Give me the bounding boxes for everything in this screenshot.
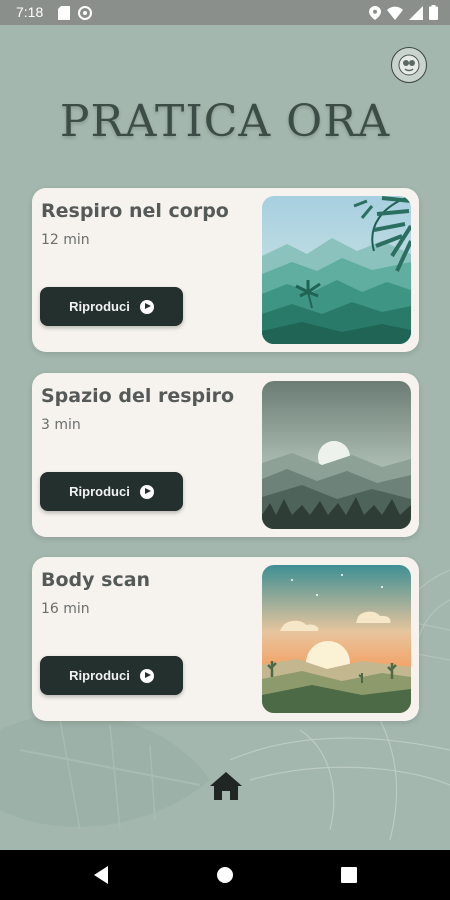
- practice-image-sunset: [262, 565, 411, 713]
- practice-duration: 16 min: [41, 601, 90, 617]
- play-button-label: Riproduci: [69, 668, 130, 683]
- play-button-label: Riproduci: [69, 299, 130, 314]
- home-icon: [210, 772, 242, 800]
- circle-icon: [217, 867, 233, 883]
- play-button[interactable]: Riproduci: [40, 287, 183, 326]
- practice-card[interactable]: Spazio del respiro 3 min Riproduci: [32, 373, 419, 537]
- system-nav-bar: [0, 850, 450, 900]
- practice-title: Body scan: [41, 569, 151, 591]
- practice-title: Spazio del respiro: [41, 385, 235, 407]
- battery-icon: [429, 5, 438, 24]
- profile-avatar[interactable]: [391, 47, 427, 83]
- play-button[interactable]: Riproduci: [40, 472, 183, 511]
- home-nav-button[interactable]: [216, 865, 234, 889]
- practice-card[interactable]: Body scan 16 min Riproduci: [32, 557, 419, 721]
- recent-apps-button[interactable]: [340, 865, 358, 889]
- status-time: 7:18: [16, 4, 44, 20]
- sd-card-icon: [58, 5, 70, 24]
- practice-title: Respiro nel corpo: [41, 200, 229, 222]
- home-button[interactable]: [208, 768, 244, 804]
- back-button[interactable]: [92, 865, 110, 889]
- play-button[interactable]: Riproduci: [40, 656, 183, 695]
- back-triangle-icon: [94, 866, 108, 884]
- play-button-label: Riproduci: [69, 484, 130, 499]
- status-bar: 7:18: [0, 0, 450, 25]
- play-circle-icon: [139, 299, 154, 314]
- practice-duration: 12 min: [41, 232, 90, 248]
- practice-duration: 3 min: [41, 417, 81, 433]
- practice-image-mountains: [262, 381, 411, 529]
- wifi-icon: [387, 5, 403, 24]
- avatar-icon: [398, 54, 420, 76]
- signal-icon: [409, 5, 423, 24]
- sync-icon: [78, 5, 92, 24]
- practice-card[interactable]: Respiro nel corpo 12 min Riproduci: [32, 188, 419, 352]
- play-circle-icon: [139, 668, 154, 683]
- app-screen: 7:18 PRATICA ORA Respiro nel corpo 12 mi…: [0, 0, 450, 900]
- square-icon: [341, 867, 357, 883]
- page-title: PRATICA ORA: [59, 96, 391, 147]
- location-icon: [369, 5, 381, 24]
- status-indicators: [369, 5, 438, 24]
- play-circle-icon: [139, 484, 154, 499]
- practice-image-jungle: [262, 196, 411, 344]
